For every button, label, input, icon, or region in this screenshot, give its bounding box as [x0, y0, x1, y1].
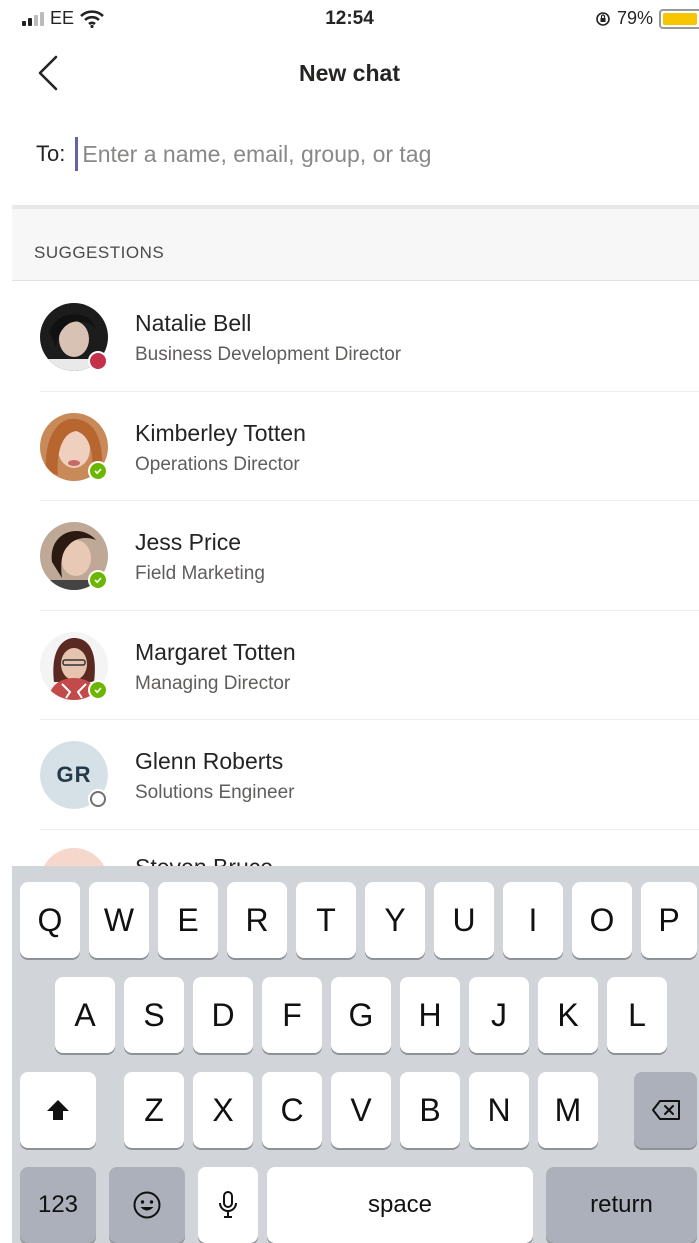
presence-available-icon [88, 679, 108, 700]
emoji-icon [133, 1191, 161, 1219]
recipient-input[interactable] [75, 137, 636, 171]
key-g[interactable]: G [331, 977, 391, 1053]
person-name: Margaret Totten [135, 638, 296, 665]
key-f[interactable]: F [262, 977, 322, 1053]
status-right: 79% [595, 8, 699, 29]
emoji-key[interactable] [109, 1167, 185, 1243]
key-i[interactable]: I [503, 882, 563, 958]
list-item[interactable]: Kimberley Totten Operations Director [0, 392, 699, 501]
orientation-lock-icon [596, 11, 610, 26]
suggestions-list: Natalie Bell Business Development Direct… [0, 282, 699, 830]
key-m[interactable]: M [538, 1072, 598, 1148]
dictation-key[interactable] [198, 1167, 258, 1243]
backspace-icon [651, 1100, 680, 1120]
key-s[interactable]: S [124, 977, 184, 1053]
key-e[interactable]: E [158, 882, 218, 958]
page-title: New chat [299, 60, 400, 86]
backspace-key[interactable] [634, 1072, 697, 1148]
key-p[interactable]: P [641, 882, 697, 958]
key-h[interactable]: H [400, 977, 460, 1053]
keyboard: Q W E R T Y U I O P A S D F G H J K L Z … [12, 866, 699, 1243]
key-b[interactable]: B [400, 1072, 460, 1148]
key-v[interactable]: V [331, 1072, 391, 1148]
recipient-row: To: [0, 118, 699, 190]
key-o[interactable]: O [572, 882, 632, 958]
key-d[interactable]: D [193, 977, 253, 1053]
shift-key[interactable] [20, 1072, 96, 1148]
key-n[interactable]: N [469, 1072, 529, 1148]
list-item[interactable]: Natalie Bell Business Development Direct… [0, 282, 699, 392]
presence-available-icon [88, 570, 108, 590]
person-name: Kimberley Totten [135, 419, 306, 446]
shift-arrow-icon [47, 1100, 69, 1120]
list-item[interactable]: Jess Price Field Marketing [0, 501, 699, 611]
presence-offline-icon [88, 789, 108, 809]
key-a[interactable]: A [55, 977, 115, 1053]
numbers-key[interactable]: 123 [20, 1167, 96, 1243]
key-t[interactable]: T [296, 882, 356, 958]
key-z[interactable]: Z [124, 1072, 184, 1148]
space-key[interactable]: space [267, 1167, 533, 1243]
return-key[interactable]: return [546, 1167, 697, 1243]
microphone-icon [219, 1191, 237, 1218]
suggestions-label: SUGGESTIONS [34, 243, 165, 262]
key-c[interactable]: C [262, 1072, 322, 1148]
person-role: Solutions Engineer [135, 782, 295, 803]
to-label: To: [36, 141, 66, 166]
presence-available-icon [88, 460, 108, 481]
key-r[interactable]: R [227, 882, 287, 958]
person-name: Natalie Bell [135, 310, 252, 336]
suggestions-header: SUGGESTIONS [12, 209, 699, 281]
header: New chat [0, 40, 699, 110]
person-role: Field Marketing [135, 563, 265, 584]
key-y[interactable]: Y [365, 882, 425, 958]
key-j[interactable]: J [469, 977, 529, 1053]
status-bar: EE 12:54 79% [0, 0, 699, 40]
battery-percent: 79% [616, 8, 653, 28]
list-item[interactable]: Margaret Totten Managing Director [0, 611, 699, 720]
person-name: Jess Price [135, 529, 242, 555]
person-role: Operations Director [135, 453, 300, 475]
key-x[interactable]: X [193, 1072, 253, 1148]
list-item[interactable]: GR Glenn Roberts Solutions Engineer [0, 720, 699, 830]
key-w[interactable]: W [89, 882, 149, 958]
key-q[interactable]: Q [20, 882, 80, 958]
person-name: Glenn Roberts [135, 748, 284, 774]
battery-icon [659, 8, 699, 29]
key-k[interactable]: K [538, 977, 598, 1053]
key-l[interactable]: L [607, 977, 667, 1053]
person-role: Managing Director [135, 672, 291, 694]
presence-busy-icon [88, 351, 108, 371]
key-u[interactable]: U [434, 882, 494, 958]
person-role: Business Development Director [135, 344, 402, 365]
